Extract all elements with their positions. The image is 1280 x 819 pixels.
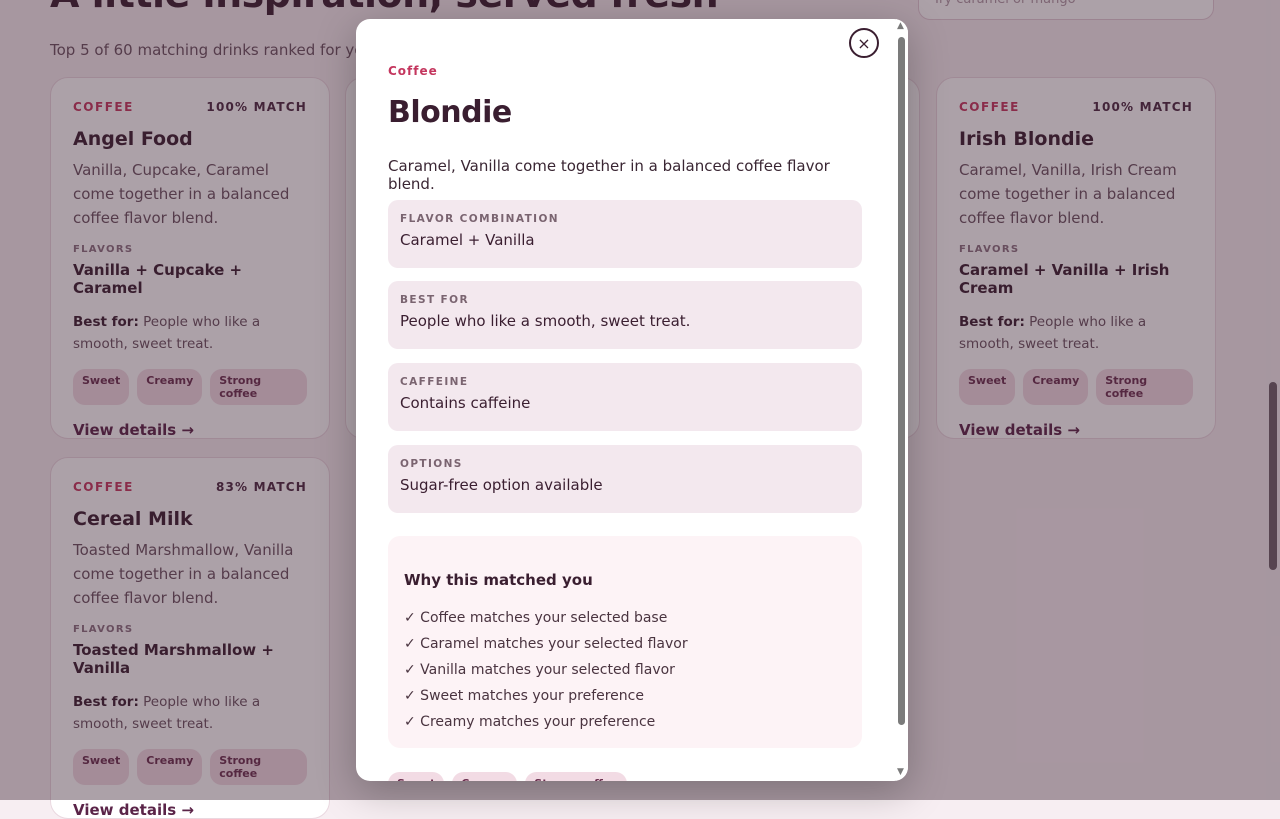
info-best-for: BEST FOR People who like a smooth, sweet… [388, 281, 862, 349]
tag: Strong coffee [525, 772, 627, 781]
info-label: OPTIONS [400, 458, 463, 470]
drink-detail-dialog: Coffee Blondie Caramel, Vanilla come tog… [356, 19, 908, 781]
match-reasons-panel: Why this matched you ✓ Coffee matches yo… [388, 536, 862, 748]
match-reasons-title: Why this matched you [404, 571, 593, 589]
info-label: FLAVOR COMBINATION [400, 213, 559, 225]
dialog-category: Coffee [388, 64, 438, 78]
chevron-up-icon[interactable]: ▲ [897, 21, 904, 31]
match-reason: ✓ Creamy matches your preference [404, 714, 656, 730]
info-value: Caramel + Vanilla [400, 231, 535, 249]
info-value: Contains caffeine [400, 394, 531, 412]
match-reason: ✓ Vanilla matches your selected flavor [404, 662, 675, 678]
close-button[interactable]: × [849, 28, 879, 58]
info-value: People who like a smooth, sweet treat. [400, 312, 691, 330]
match-reasons-list: ✓ Coffee matches your selected base ✓ Ca… [404, 605, 846, 735]
info-options: OPTIONS Sugar-free option available [388, 445, 862, 513]
info-value: Sugar-free option available [400, 476, 603, 494]
chevron-down-icon[interactable]: ▼ [897, 767, 904, 777]
close-icon: × [857, 33, 871, 53]
tag: Creamy [452, 772, 518, 781]
dialog-scrollbar[interactable]: ▲ ▼ [896, 19, 908, 781]
tag: Sweet [388, 772, 445, 781]
match-reason: ✓ Coffee matches your selected base [404, 610, 668, 626]
match-reason: ✓ Sweet matches your preference [404, 688, 644, 704]
match-reason: ✓ Caramel matches your selected flavor [404, 636, 688, 652]
info-flavor-combination: FLAVOR COMBINATION Caramel + Vanilla [388, 200, 862, 268]
dialog-tag-list: Sweet Creamy Strong coffee [388, 772, 627, 781]
view-details-link[interactable]: View details → [73, 801, 307, 819]
dialog-description: Caramel, Vanilla come together in a bala… [388, 157, 830, 193]
info-label: CAFFEINE [400, 376, 469, 388]
dialog-scrollbar-thumb[interactable] [898, 37, 905, 725]
dialog-title: Blondie [388, 95, 512, 130]
info-label: BEST FOR [400, 294, 469, 306]
info-caffeine: CAFFEINE Contains caffeine [388, 363, 862, 431]
